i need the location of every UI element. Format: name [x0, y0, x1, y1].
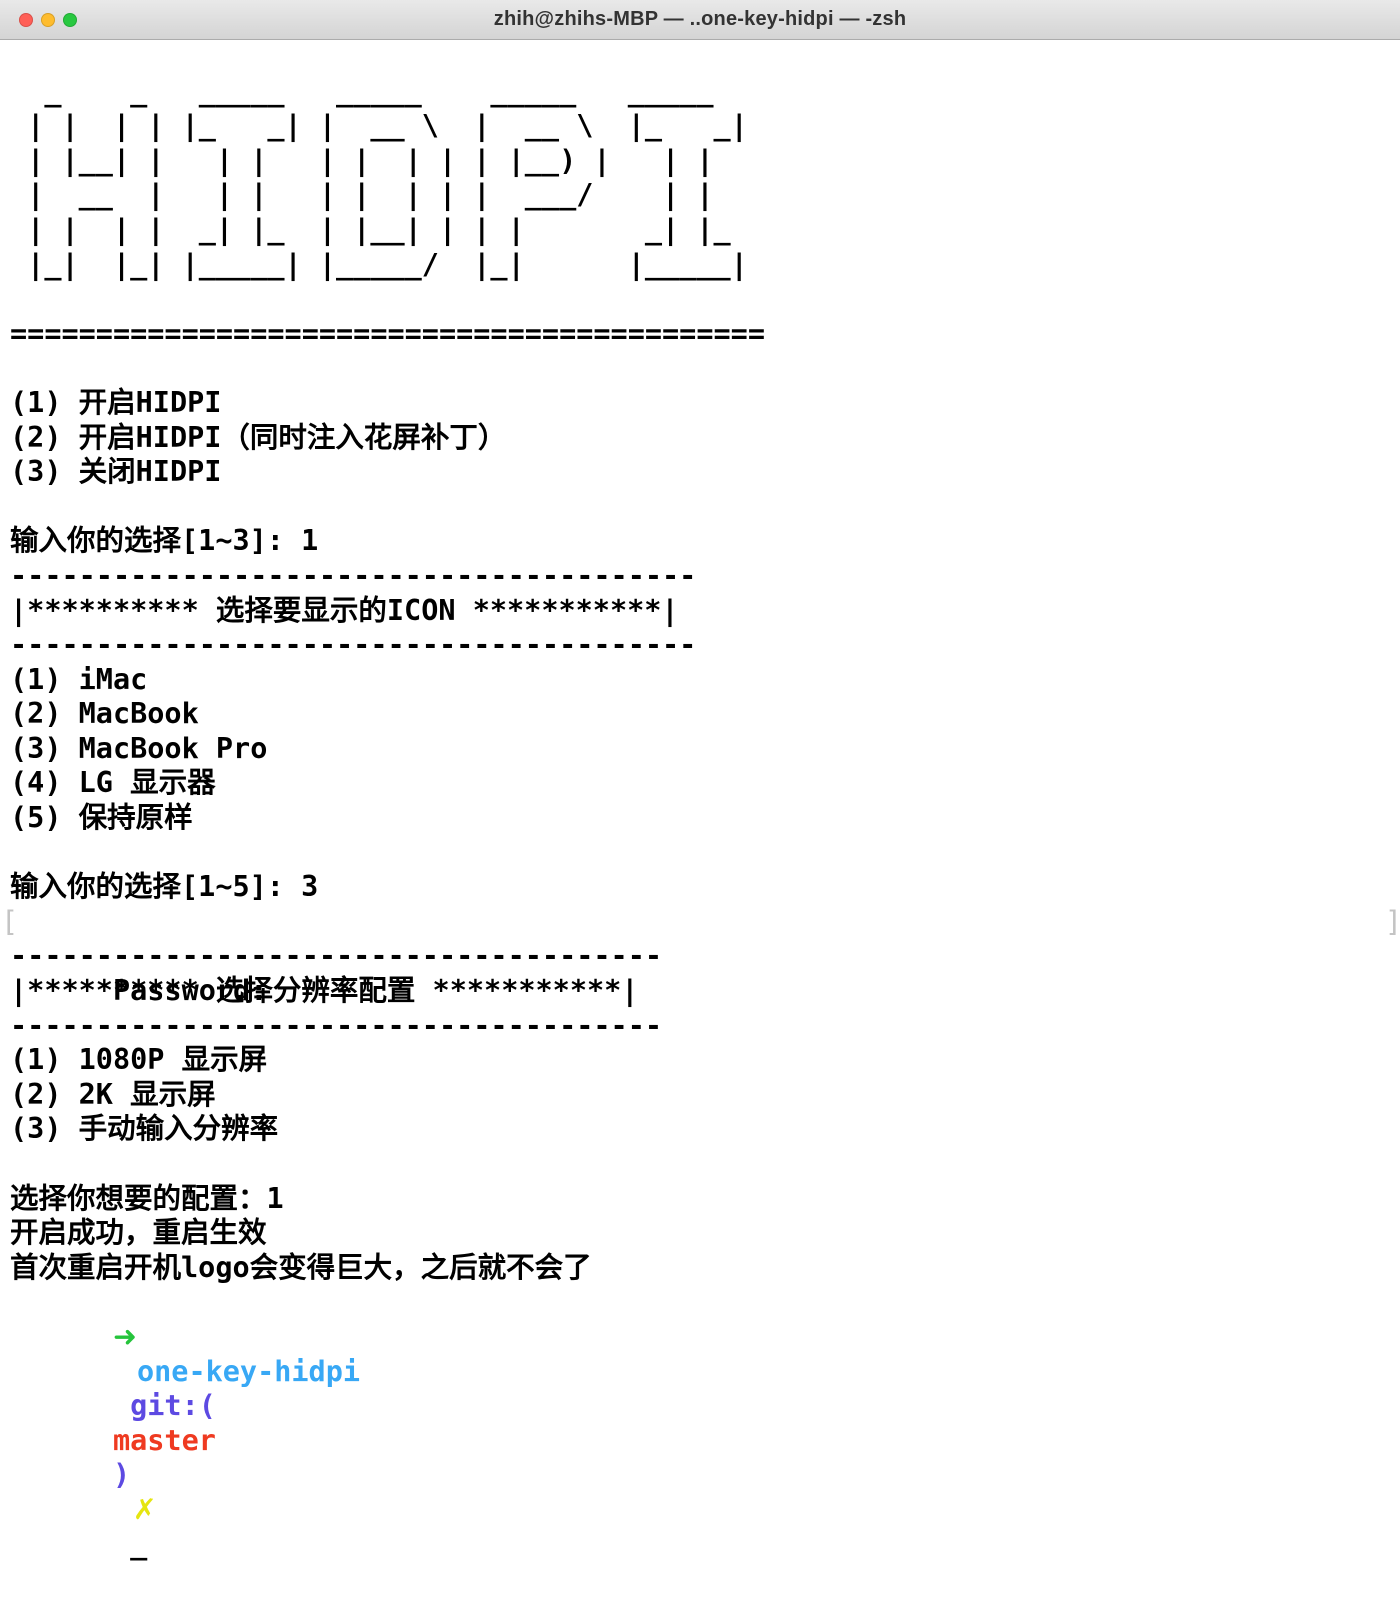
blank-line	[10, 490, 1400, 525]
choice-prompt-line: 输入你的选择[1~5]: 3	[10, 870, 1400, 905]
password-label: Password:	[113, 974, 267, 1007]
blank-line	[10, 40, 1400, 75]
menu-option-macbook: (2) MacBook	[10, 697, 1400, 732]
prompt-directory: one-key-hidpi	[137, 1355, 360, 1388]
zoom-button[interactable]	[63, 13, 77, 27]
shell-prompt-line: ➜ one-key-hidpi git:( master ) ✗ _	[10, 1285, 1400, 1320]
password-prompt-line: [ Password: ]	[10, 905, 1400, 940]
blank-line	[10, 351, 1400, 386]
ascii-art-line: _ _ _____ _____ _____ _____	[10, 75, 1400, 110]
menu-option-macbook-pro: (3) MacBook Pro	[10, 732, 1400, 767]
ascii-art-line: | __ | | | | | | | | ___/ | |	[10, 178, 1400, 213]
prompt-dirty-indicator: ✗	[133, 1493, 157, 1526]
prompt-arrow: ➜	[113, 1320, 137, 1353]
blank-line	[10, 836, 1400, 871]
menu-option-manual-resolution: (3) 手动输入分辨率	[10, 1112, 1400, 1147]
divider-line: ----------------------------------------	[10, 559, 1400, 594]
blank-line	[10, 1147, 1400, 1182]
section-header-icon: |********** 选择要显示的ICON ***********|	[10, 594, 1400, 629]
menu-option-keep-original: (5) 保持原样	[10, 801, 1400, 836]
window-title: zhih@zhihs-MBP — ..one-key-hidpi — -zsh	[494, 8, 907, 31]
terminal-cursor[interactable]: _	[130, 1528, 147, 1561]
terminal-window: zhih@zhihs-MBP — ..one-key-hidpi — -zsh …	[0, 0, 1400, 1327]
menu-option-imac: (1) iMac	[10, 663, 1400, 698]
terminal-screen[interactable]: _ _ _____ _____ _____ _____ | | | | |_ _…	[0, 40, 1400, 1327]
minimize-button[interactable]	[41, 13, 55, 27]
menu-option-disable-hidpi: (3) 关闭HIDPI	[10, 455, 1400, 490]
separator-line: ========================================…	[10, 317, 1400, 352]
menu-option-2k: (2) 2K 显示屏	[10, 1078, 1400, 1113]
status-message-note: 首次重启开机logo会变得巨大，之后就不会了	[10, 1251, 1400, 1286]
ascii-art-line: |_| |_| |_____| |_____/ |_| |_____|	[10, 248, 1400, 283]
secure-input-bracket-left: [	[1, 905, 18, 940]
prompt-git-prefix: git:(	[130, 1389, 216, 1422]
choice-prompt-line: 选择你想要的配置：1	[10, 1182, 1400, 1217]
blank-line	[10, 282, 1400, 317]
titlebar[interactable]: zhih@zhihs-MBP — ..one-key-hidpi — -zsh	[0, 0, 1400, 40]
menu-option-lg-display: (4) LG 显示器	[10, 766, 1400, 801]
window-controls	[19, 13, 77, 27]
divider-line: --------------------------------------	[10, 1009, 1400, 1044]
choice-prompt-line: 输入你的选择[1~3]: 1	[10, 524, 1400, 559]
prompt-git-suffix: )	[113, 1458, 130, 1491]
divider-line: --------------------------------------	[10, 939, 1400, 974]
menu-option-enable-hidpi-patch: (2) 开启HIDPI（同时注入花屏补丁）	[10, 421, 1400, 456]
ascii-art-line: | | | | |_ _| | __ \ | __ \ |_ _|	[10, 109, 1400, 144]
prompt-git-branch: master	[113, 1424, 216, 1457]
ascii-art-line: | | | | _| |_ | |__| | | | _| |_	[10, 213, 1400, 248]
divider-line: ----------------------------------------	[10, 628, 1400, 663]
ascii-art-line: | |__| | | | | | | | | |__) | | |	[10, 144, 1400, 179]
secure-input-bracket-right: ]	[1385, 905, 1400, 940]
menu-option-enable-hidpi: (1) 开启HIDPI	[10, 386, 1400, 421]
menu-option-1080p: (1) 1080P 显示屏	[10, 1043, 1400, 1078]
status-message-success: 开启成功，重启生效	[10, 1216, 1400, 1251]
close-button[interactable]	[19, 13, 33, 27]
